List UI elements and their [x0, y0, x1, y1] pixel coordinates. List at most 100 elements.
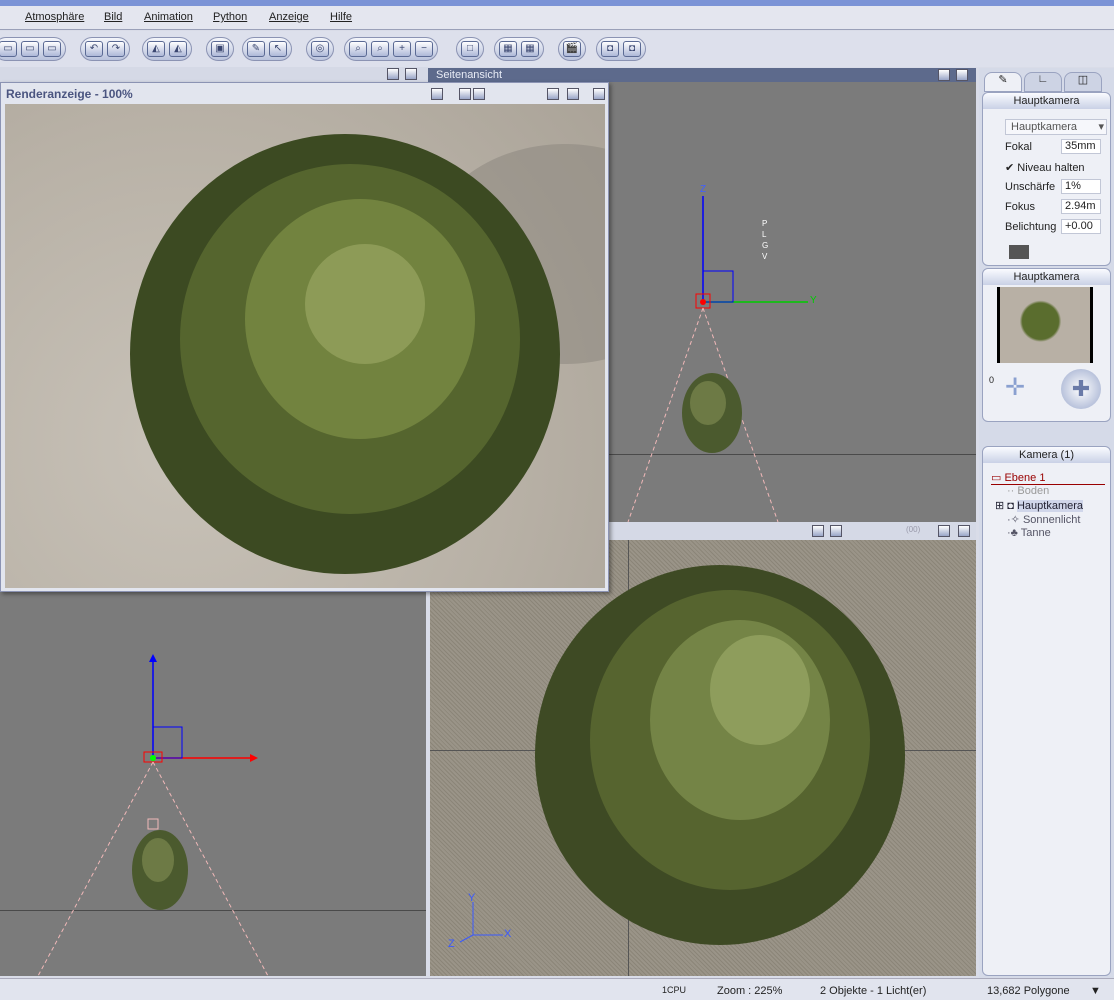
wand-icon[interactable]: ✎: [247, 41, 265, 57]
viewport-maximize-icon[interactable]: [958, 525, 970, 537]
select-group: ✎ ↖: [242, 37, 292, 61]
axis-z-label: Z: [448, 938, 455, 950]
menu-animation[interactable]: Animation: [144, 11, 193, 23]
viewport-menu-icon[interactable]: [938, 525, 950, 537]
axis-y-label: Y: [810, 295, 817, 306]
camera-view-buttons[interactable]: PLGV: [762, 218, 772, 262]
fokal-label: Fokal: [1005, 141, 1032, 153]
camera-settings-icon[interactable]: ◘: [623, 41, 641, 57]
object-group: ◭ ◭: [142, 37, 192, 61]
camera-move-control[interactable]: ✚: [1061, 369, 1101, 409]
camera-preview: [997, 287, 1093, 363]
menu-bar: Atmosphäre Bild Animation Python Anzeige…: [0, 6, 1114, 30]
cpu-status: 1CPU: [662, 985, 687, 995]
color-swatch[interactable]: [1009, 245, 1029, 259]
fokal-field[interactable]: 35mm: [1061, 139, 1101, 154]
viewport-menu-icon[interactable]: [387, 68, 399, 80]
status-menu-icon[interactable]: ▼: [1090, 985, 1101, 997]
render-save-icon[interactable]: ▦: [521, 41, 539, 57]
material-group: ▣: [206, 37, 234, 61]
pointer-icon[interactable]: ↖: [269, 41, 287, 57]
zoom-in-icon[interactable]: +: [393, 41, 411, 57]
close-render-icon[interactable]: [593, 88, 605, 100]
tree-item-tanne[interactable]: ·♣ Tanne: [1007, 527, 1051, 539]
render-window-title: Renderanzeige - 100%: [6, 87, 133, 101]
properties-panel: ✎ ∟ ◫ Hauptkamera Hauptkamera ▾ Fokal 35m…: [979, 68, 1114, 978]
axis-z-label: Z: [700, 184, 707, 195]
preview-header: Hauptkamera: [983, 269, 1110, 285]
fokus-label: Fokus: [1005, 201, 1035, 213]
tree-item-boden[interactable]: ·· Boden: [1007, 485, 1049, 497]
axis-x-label: X: [504, 928, 512, 940]
add-object-icon[interactable]: ◭: [147, 41, 165, 57]
group-button: ◎: [306, 37, 334, 61]
duplicate-icon[interactable]: ▭: [43, 41, 61, 57]
list-header: Kamera (1): [983, 447, 1110, 463]
animation-button: 🎬: [558, 37, 586, 61]
axis-indicator: [459, 902, 503, 943]
render-image: [5, 104, 605, 588]
viewport-zoom-out-icon[interactable]: [830, 525, 842, 537]
polygon-status: 13,682 Polygone: [987, 985, 1070, 997]
fullscreen-button: □: [456, 37, 484, 61]
perspective-viewport[interactable]: Y X Z: [430, 540, 976, 976]
menu-bild[interactable]: Bild: [104, 11, 122, 23]
front-view-viewport[interactable]: [0, 592, 426, 976]
status-bar: 1CPU Zoom : 225% 2 Objekte - 1 Licht(er)…: [0, 978, 1114, 1000]
viewport-zoom-icon[interactable]: [812, 525, 824, 537]
tab-ruler[interactable]: ∟: [1024, 72, 1062, 92]
menu-atmosphaere[interactable]: Atmosphäre: [25, 11, 84, 23]
copy-icon[interactable]: ▭: [0, 41, 17, 57]
zoom-status: Zoom : 225%: [717, 985, 783, 997]
zoom-out-icon[interactable]: −: [415, 41, 433, 57]
menu-hilfe[interactable]: Hilfe: [330, 11, 352, 23]
edit-group: ▭ ▭ ▭: [0, 37, 66, 61]
depth-icon[interactable]: [473, 88, 485, 100]
render-icon[interactable]: ▦: [499, 41, 517, 57]
fokus-field[interactable]: 2.94m: [1061, 199, 1101, 214]
paste-icon[interactable]: ▭: [21, 41, 39, 57]
zoom-group: ⌕ ⌕ + −: [344, 37, 438, 61]
unschaerfe-field[interactable]: 1%: [1061, 179, 1101, 194]
zoom-fit-icon[interactable]: ⌕: [349, 41, 367, 57]
preview-counter: 0: [989, 375, 995, 385]
tree-item-sonnenlicht[interactable]: ·✧ Sonnenlicht: [1007, 513, 1080, 526]
camera-gizmo: [37, 654, 269, 976]
undo-group: ↶ ↷: [80, 37, 130, 61]
pan-control[interactable]: ✛: [1005, 373, 1025, 402]
unschaerfe-label: Unschärfe: [1005, 181, 1056, 193]
niveau-checkbox[interactable]: ✔ Niveau halten: [1005, 161, 1085, 174]
viewport-maximize-icon[interactable]: [405, 68, 417, 80]
frame-icon[interactable]: □: [461, 41, 479, 57]
redo-icon[interactable]: ↷: [107, 41, 125, 57]
camera-preview-box: Hauptkamera 0 ✛ ✚: [982, 268, 1111, 422]
zoom-region-icon[interactable]: ⌕: [371, 41, 389, 57]
camera-header: Hauptkamera: [983, 93, 1110, 109]
color-channel-icon[interactable]: [459, 88, 471, 100]
render-group: ▦ ▦: [494, 37, 544, 61]
zoom-in-icon[interactable]: [431, 88, 443, 100]
belichtung-field[interactable]: +0.00: [1061, 219, 1101, 234]
toolbar: ▭ ▭ ▭ ↶ ↷ ◭ ◭ ▣ ✎ ↖ ◎ ⌕ ⌕ + − □ ▦ ▦ 🎬 ◘ ◘: [0, 31, 1114, 67]
menu-python[interactable]: Python: [213, 11, 247, 23]
top-left-viewport-header: [0, 67, 428, 82]
objects-status: 2 Objekte - 1 Licht(er): [820, 985, 927, 997]
group-icon[interactable]: ◎: [311, 41, 329, 57]
axis-y-label: Y: [468, 892, 476, 904]
menu-anzeige[interactable]: Anzeige: [269, 11, 309, 23]
render-window[interactable]: Renderanzeige - 100%: [0, 82, 609, 592]
camera-select[interactable]: Hauptkamera ▾: [1005, 119, 1107, 135]
terrain-icon[interactable]: ◭: [169, 41, 187, 57]
undo-icon[interactable]: ↶: [85, 41, 103, 57]
tree-item-hauptkamera[interactable]: ⊞ ◘ Hauptkamera: [995, 499, 1084, 512]
save-render-icon[interactable]: [567, 88, 579, 100]
material-icon[interactable]: ▣: [211, 41, 229, 57]
belichtung-label: Belichtung: [1005, 221, 1057, 233]
tab-objects[interactable]: ◫: [1064, 72, 1102, 92]
camera-settings-box: Hauptkamera Hauptkamera ▾ Fokal 35mm ✔ Ni…: [982, 92, 1111, 266]
display-options-icon[interactable]: [547, 88, 559, 100]
tab-camera[interactable]: ✎: [984, 72, 1022, 92]
clapper-icon[interactable]: 🎬: [563, 41, 581, 57]
tree-item-layer[interactable]: ▭ Ebene 1: [991, 471, 1105, 485]
camera-icon[interactable]: ◘: [601, 41, 619, 57]
